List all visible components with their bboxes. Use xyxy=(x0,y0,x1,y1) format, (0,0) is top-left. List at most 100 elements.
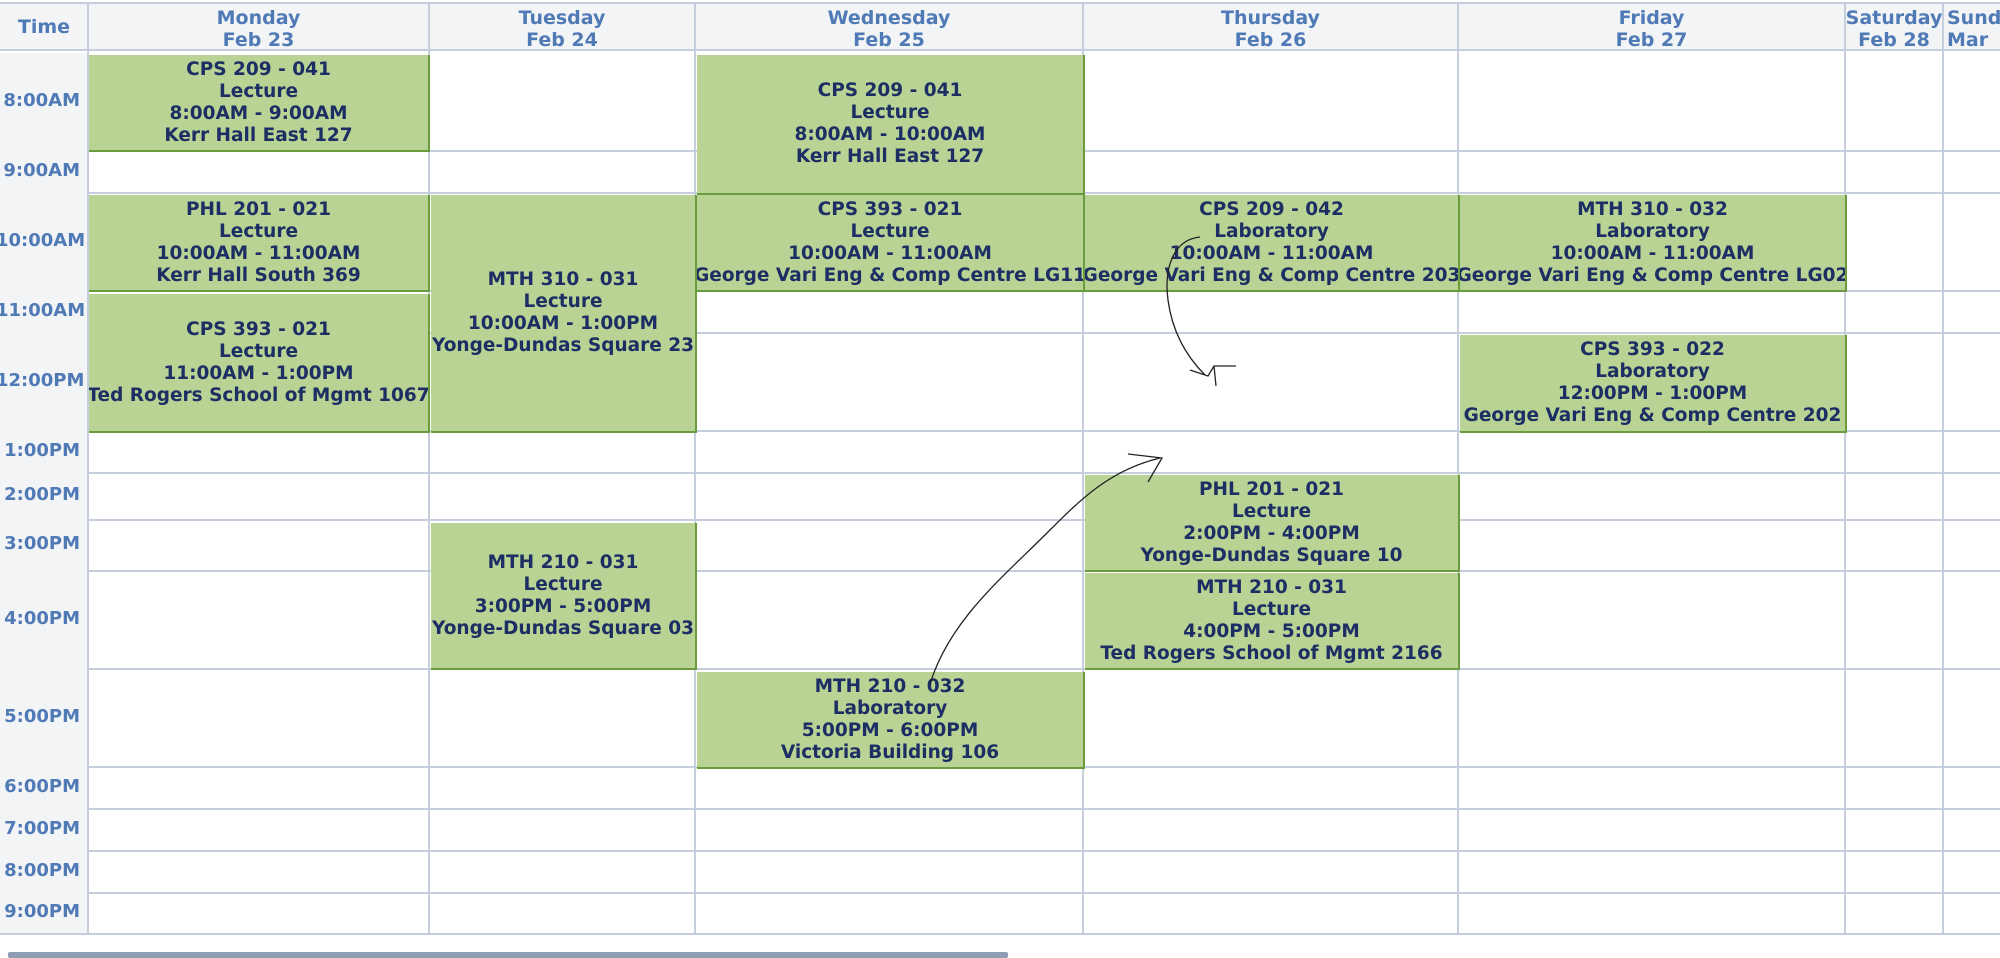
event-room: George Vari Eng & Comp Centre 203 xyxy=(1085,264,1460,286)
event-type: Lecture xyxy=(219,340,298,362)
event-time: 10:00AM - 11:00AM xyxy=(788,242,992,264)
time-label: 2:00PM xyxy=(4,484,80,505)
event-course: CPS 209 - 041 xyxy=(186,58,331,80)
event-room: Ted Rogers School of Mgmt 1067 xyxy=(89,384,430,406)
day-header-wednesday: Wednesday Feb 25 xyxy=(695,3,1083,51)
event-course: CPS 209 - 042 xyxy=(1199,198,1344,220)
event-room: Yonge-Dundas Square 23 xyxy=(432,335,694,356)
event-room: George Vari Eng & Comp Centre LG11 xyxy=(697,264,1085,286)
grid-line xyxy=(88,808,2000,810)
event-block[interactable]: MTH 310 - 032 Laboratory 10:00AM - 11:00… xyxy=(1460,195,1847,292)
event-room: Kerr Hall East 127 xyxy=(164,124,353,146)
time-label: 7:00PM xyxy=(4,818,80,839)
event-block[interactable]: CPS 393 - 022 Laboratory 12:00PM - 1:00P… xyxy=(1460,335,1847,433)
event-block[interactable]: MTH 310 - 031 Lecture 10:00AM - 1:00PM Y… xyxy=(431,195,697,433)
event-course: CPS 393 - 022 xyxy=(1580,339,1725,360)
event-block[interactable]: PHL 201 - 021 Lecture 2:00PM - 4:00PM Yo… xyxy=(1085,475,1460,572)
event-time: 3:00PM - 5:00PM xyxy=(474,595,652,617)
grid-line xyxy=(1942,2,1944,935)
day-date: Mar xyxy=(1947,29,1989,51)
time-label: 10:00AM xyxy=(0,230,86,251)
day-date: Feb 25 xyxy=(853,29,925,51)
time-label: 11:00AM xyxy=(0,300,86,321)
time-label: 8:00PM xyxy=(4,860,80,881)
event-type: Laboratory xyxy=(832,697,948,719)
event-time: 10:00AM - 11:00AM xyxy=(156,242,361,264)
time-label: 4:00PM xyxy=(4,608,80,629)
day-name: Sunda xyxy=(1947,7,2000,29)
time-label: 12:00PM xyxy=(0,370,85,391)
event-type: Lecture xyxy=(219,80,298,102)
event-block[interactable]: MTH 210 - 032 Laboratory 5:00PM - 6:00PM… xyxy=(697,672,1085,769)
event-block[interactable]: CPS 393 - 021 Lecture 10:00AM - 11:00AM … xyxy=(697,195,1085,292)
day-name: Monday xyxy=(216,7,301,29)
event-type: Lecture xyxy=(1232,598,1311,620)
day-header-monday: Monday Feb 23 xyxy=(88,3,429,51)
grid-line xyxy=(0,2,2000,4)
arrow-down-head xyxy=(1189,365,1236,387)
time-header-label: Time xyxy=(17,16,71,38)
event-course: CPS 393 - 021 xyxy=(186,318,331,340)
event-course: CPS 393 - 021 xyxy=(817,198,963,220)
day-header-friday: Friday Feb 27 xyxy=(1458,3,1845,51)
event-course: MTH 210 - 031 xyxy=(1196,576,1347,598)
event-time: 8:00AM - 9:00AM xyxy=(169,102,348,124)
event-course: PHL 201 - 021 xyxy=(1198,478,1345,500)
time-label: 6:00PM xyxy=(4,776,80,797)
event-time: 10:00AM - 11:00AM xyxy=(1169,242,1374,264)
event-type: Lecture xyxy=(523,291,603,312)
event-course: PHL 201 - 021 xyxy=(185,198,332,220)
day-name: Wednesday xyxy=(827,7,951,29)
event-type: Laboratory xyxy=(1595,220,1710,242)
time-label: 3:00PM xyxy=(4,533,80,554)
event-course: MTH 210 - 031 xyxy=(487,551,639,573)
event-type: Lecture xyxy=(850,220,930,242)
day-date: Feb 28 xyxy=(1858,29,1930,51)
event-time: 11:00AM - 1:00PM xyxy=(163,362,354,384)
event-course: MTH 310 - 031 xyxy=(487,269,639,290)
day-date: Feb 26 xyxy=(1234,29,1307,51)
weekly-schedule-calendar: Time Monday Feb 23 Tuesday Feb 24 Wednes… xyxy=(0,0,2000,958)
day-name: Thursday xyxy=(1221,7,1320,29)
event-course: CPS 209 - 041 xyxy=(817,80,963,101)
day-name: Saturday xyxy=(1845,7,1943,29)
event-block[interactable]: CPS 209 - 042 Laboratory 10:00AM - 11:00… xyxy=(1085,195,1460,292)
event-time: 2:00PM - 4:00PM xyxy=(1183,522,1360,544)
event-room: George Vari Eng & Comp Centre 202 xyxy=(1463,405,1842,426)
event-block[interactable]: MTH 210 - 031 Lecture 4:00PM - 5:00PM Te… xyxy=(1085,573,1460,670)
event-type: Lecture xyxy=(850,102,930,123)
event-block[interactable]: CPS 393 - 021 Lecture 11:00AM - 1:00PM T… xyxy=(89,294,430,433)
event-course: MTH 310 - 032 xyxy=(1577,198,1728,220)
event-time: 10:00AM - 11:00AM xyxy=(1550,242,1755,264)
event-block[interactable]: PHL 201 - 021 Lecture 10:00AM - 11:00AM … xyxy=(89,195,430,292)
event-room: Ted Rogers School of Mgmt 2166 xyxy=(1100,642,1443,664)
event-block[interactable]: MTH 210 - 031 Lecture 3:00PM - 5:00PM Yo… xyxy=(431,523,697,670)
event-time: 12:00PM - 1:00PM xyxy=(1557,383,1748,404)
time-label: 5:00PM xyxy=(4,706,80,727)
event-block[interactable]: CPS 209 - 041 Lecture 8:00AM - 10:00AM K… xyxy=(697,55,1085,195)
day-header-thursday: Thursday Feb 26 xyxy=(1083,3,1458,51)
event-type: Laboratory xyxy=(1595,361,1710,382)
day-date: Feb 23 xyxy=(222,29,295,51)
day-name: Tuesday xyxy=(518,7,606,29)
grid-line xyxy=(1457,2,1459,935)
time-label: 8:00AM xyxy=(3,90,80,111)
event-room: Yonge-Dundas Square 03 xyxy=(432,617,694,639)
time-label: 9:00AM xyxy=(3,160,80,181)
time-column-header: Time xyxy=(0,3,88,51)
grid-line xyxy=(88,668,2000,670)
day-header-tuesday: Tuesday Feb 24 xyxy=(429,3,695,51)
event-time: 8:00AM - 10:00AM xyxy=(794,124,986,145)
event-room: Yonge-Dundas Square 10 xyxy=(1140,544,1403,566)
grid-line xyxy=(0,933,2000,935)
horizontal-scrollbar[interactable] xyxy=(8,952,1008,958)
grid-line xyxy=(1844,2,1846,935)
grid-line xyxy=(88,519,2000,521)
event-room: Kerr Hall South 369 xyxy=(156,264,361,286)
time-label: 9:00PM xyxy=(4,901,80,922)
event-type: Lecture xyxy=(523,573,603,595)
day-date: Feb 27 xyxy=(1615,29,1688,51)
event-block[interactable]: CPS 209 - 041 Lecture 8:00AM - 9:00AM Ke… xyxy=(89,55,430,152)
event-time: 10:00AM - 1:00PM xyxy=(467,313,659,334)
event-time: 4:00PM - 5:00PM xyxy=(1183,620,1360,642)
